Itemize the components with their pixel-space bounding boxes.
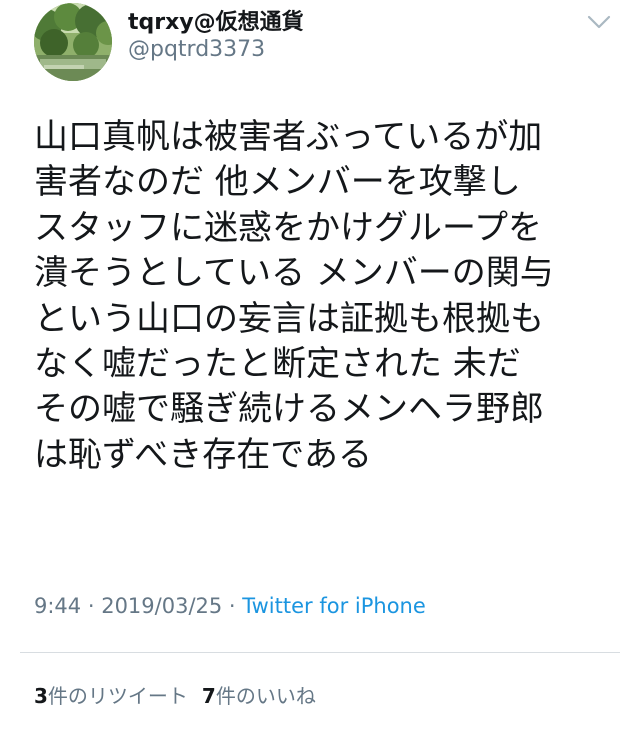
tweet-text: 山口真帆は被害者ぶっているが加 害者なのだ 他メンバーを攻撃し スタッフに迷惑を…	[34, 117, 554, 475]
tweet-date[interactable]: 2019/03/25	[101, 594, 222, 618]
tweet-time[interactable]: 9:44	[34, 594, 81, 618]
tweet-header: tqrxy@仮想通貨 @pqtrd3373	[0, 0, 640, 100]
divider	[20, 652, 620, 653]
meta-separator: ·	[222, 594, 243, 618]
likes-label: 件のいいね	[215, 684, 316, 708]
chevron-down-icon[interactable]	[586, 12, 612, 32]
tweet-stats: 3件のリツイート 7件のいいね	[34, 680, 330, 709]
likes-count: 7	[201, 684, 216, 708]
screen-name[interactable]: @pqtrd3373	[128, 37, 265, 62]
retweets-label: 件のリツイート	[47, 684, 188, 708]
retweets-count: 3	[34, 684, 48, 708]
avatar-photo-icon	[34, 3, 112, 81]
avatar[interactable]	[34, 3, 112, 81]
meta-separator: ·	[81, 594, 102, 618]
display-name[interactable]: tqrxy@仮想通貨	[128, 4, 304, 36]
tweet-source-link[interactable]: Twitter for iPhone	[242, 594, 426, 618]
tweet-meta: 9:44 · 2019/03/25 · Twitter for iPhone	[34, 594, 426, 618]
likes-stat[interactable]: 7件のいいね	[202, 684, 316, 708]
retweets-stat[interactable]: 3件のリツイート	[34, 684, 188, 708]
